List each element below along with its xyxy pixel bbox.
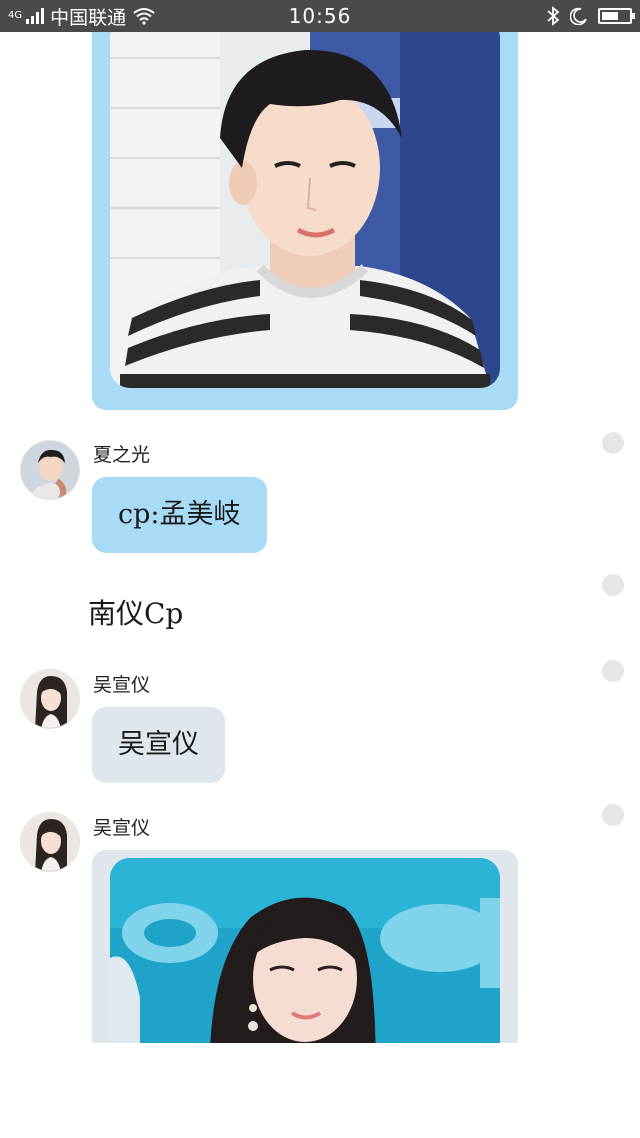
sender-name: 吴宣仪 [93,817,151,839]
bluetooth-icon [547,6,560,26]
message-status-dot [602,804,624,826]
message-status-dot [602,660,624,682]
avatar-wuxuanyi[interactable] [20,669,80,729]
photo-man-striped-shirt[interactable] [110,32,500,388]
message-bubble[interactable]: cp:孟美岐 [92,477,267,553]
message-bubble[interactable]: 吴宣仪 [92,707,225,783]
image-message-bubble[interactable] [92,32,518,410]
moon-icon [570,7,587,25]
status-right [546,0,635,32]
plain-text-message: 南仪Cp [88,597,184,630]
message-status-dot [602,432,624,454]
status-bar: 4G 中国联通 10:56 [0,0,640,32]
sender-name: 夏之光 [93,444,151,466]
battery-icon [598,8,635,24]
message-status-dot [602,574,624,596]
sender-name: 吴宣仪 [93,674,151,696]
image-message-bubble[interactable] [92,850,518,1043]
avatar-wuxuanyi[interactable] [20,812,80,872]
photo-woman-blue-background[interactable] [110,858,500,1043]
chat-area[interactable]: 夏之光 cp:孟美岐 南仪Cp 吴宣仪 吴宣仪 吴宣仪 [0,32,640,1043]
status-time: 10:56 [288,4,352,28]
avatar-xiazhiguang[interactable] [20,440,80,500]
